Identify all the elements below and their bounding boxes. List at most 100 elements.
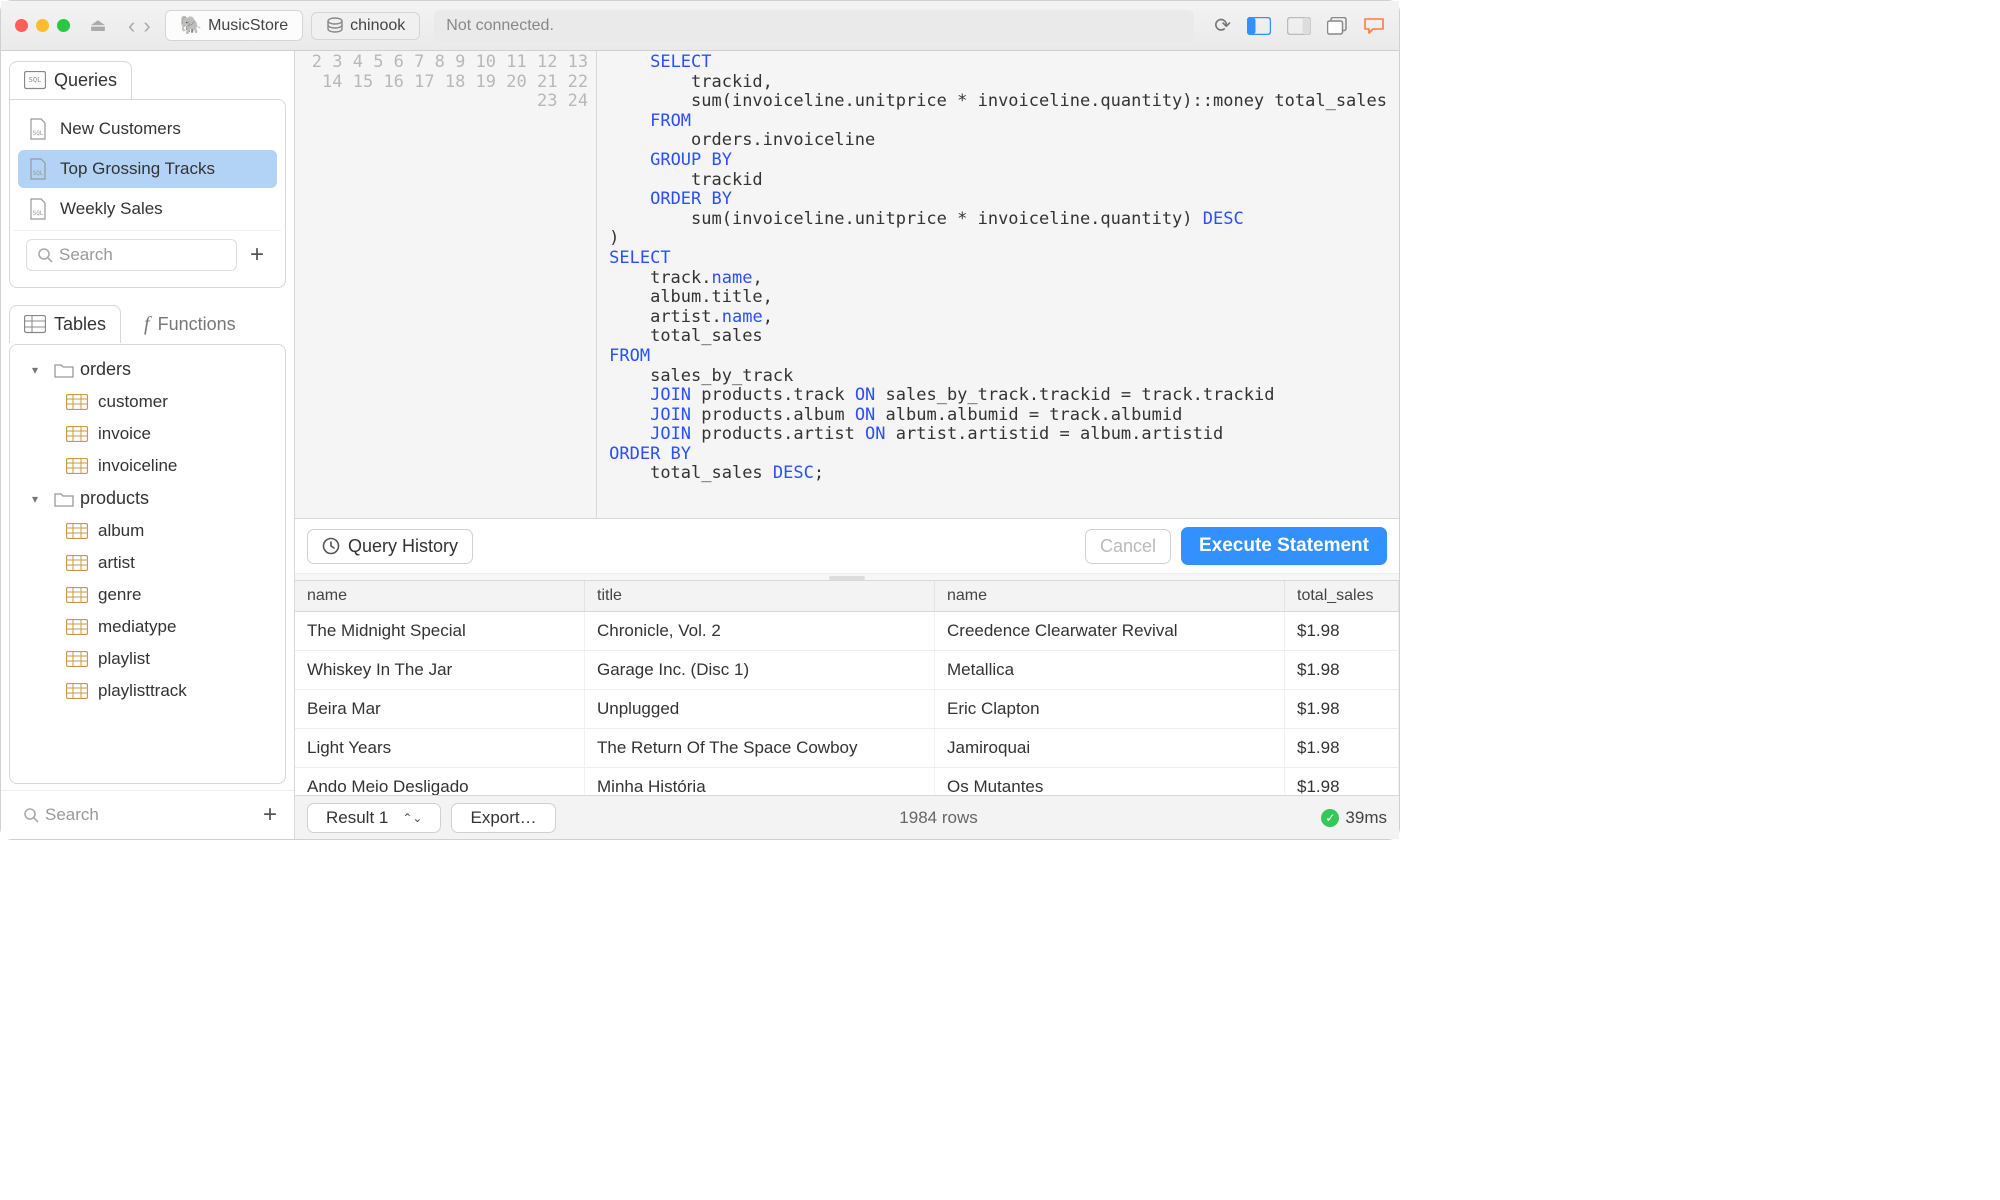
execute-button[interactable]: Execute Statement — [1181, 527, 1387, 565]
result-cell: Whiskey In The Jar — [295, 651, 585, 689]
connection-status-bar[interactable]: Not connected. — [434, 10, 1194, 42]
window-controls — [15, 19, 70, 32]
result-cell: $1.98 — [1285, 768, 1399, 795]
tables-panel: ▾ orders customer invoice invoiceline ▾ p… — [9, 344, 286, 784]
table-row[interactable]: genre — [14, 579, 281, 611]
table-row[interactable]: album — [14, 515, 281, 547]
results-body[interactable]: The Midnight SpecialChronicle, Vol. 2Cre… — [295, 612, 1399, 795]
panel-left-icon[interactable] — [1247, 17, 1271, 35]
result-row[interactable]: Light YearsThe Return Of The Space Cowbo… — [295, 729, 1399, 768]
column-header[interactable]: name — [935, 581, 1285, 611]
queries-tab[interactable]: SQL Queries — [9, 61, 132, 99]
close-window-button[interactable] — [15, 19, 28, 32]
sql-file-icon: SQL — [28, 158, 50, 180]
content: 2 3 4 5 6 7 8 9 10 11 12 13 14 15 16 17 … — [295, 51, 1399, 839]
table-row[interactable]: playlist — [14, 643, 281, 675]
breadcrumb-db[interactable]: chinook — [311, 12, 420, 40]
schema-row[interactable]: ▾ products — [14, 482, 281, 515]
eject-icon[interactable]: ⏏ — [88, 16, 108, 36]
result-row[interactable]: The Midnight SpecialChronicle, Vol. 2Cre… — [295, 612, 1399, 651]
table-row[interactable]: artist — [14, 547, 281, 579]
svg-text:SQL: SQL — [33, 210, 44, 217]
database-icon — [326, 17, 344, 35]
nav-arrows: ‹ › — [128, 13, 151, 39]
table-row[interactable]: customer — [14, 386, 281, 418]
nav-forward-button[interactable]: › — [143, 13, 150, 39]
connection-status-text: Not connected. — [446, 17, 554, 35]
result-cell: The Return Of The Space Cowboy — [585, 729, 935, 767]
line-gutter: 2 3 4 5 6 7 8 9 10 11 12 13 14 15 16 17 … — [295, 51, 597, 518]
check-icon: ✓ — [1321, 809, 1339, 827]
table-icon — [66, 555, 88, 571]
search-icon — [23, 807, 39, 823]
sidebar-query-item[interactable]: SQLWeekly Sales — [18, 190, 277, 228]
split-handle[interactable] — [295, 573, 1399, 581]
result-row[interactable]: Whiskey In The JarGarage Inc. (Disc 1)Me… — [295, 651, 1399, 690]
query-history-button[interactable]: Query History — [307, 529, 473, 564]
table-icon — [66, 651, 88, 667]
result-cell: Ando Meio Desligado — [295, 768, 585, 795]
sidebar-query-item[interactable]: SQLNew Customers — [18, 110, 277, 148]
result-row[interactable]: Ando Meio DesligadoMinha HistóriaOs Muta… — [295, 768, 1399, 795]
reload-icon[interactable]: ⟳ — [1214, 13, 1231, 38]
row-count-label: 1984 rows — [566, 808, 1312, 828]
folder-icon — [54, 362, 74, 378]
table-icon — [66, 523, 88, 539]
query-status: ✓ 39ms — [1321, 808, 1387, 828]
queries-search-input[interactable]: Search — [26, 239, 237, 271]
result-row[interactable]: Beira MarUnpluggedEric Clapton$1.98 — [295, 690, 1399, 729]
statusbar: Result 1 ⌃⌄ Export… 1984 rows ✓ 39ms — [295, 795, 1399, 839]
result-cell: Metallica — [935, 651, 1285, 689]
column-header[interactable]: name — [295, 581, 585, 611]
table-row[interactable]: playlisttrack — [14, 675, 281, 707]
sql-file-icon: SQL — [28, 198, 50, 220]
breadcrumb-db-label: chinook — [350, 17, 405, 35]
schema-row[interactable]: ▾ orders — [14, 353, 281, 386]
query-item-label: Top Grossing Tracks — [60, 159, 215, 179]
add-query-button[interactable]: + — [245, 241, 269, 269]
chat-icon[interactable] — [1363, 17, 1385, 35]
windows-icon[interactable] — [1327, 17, 1347, 35]
sql-editor[interactable]: 2 3 4 5 6 7 8 9 10 11 12 13 14 15 16 17 … — [295, 51, 1399, 519]
sql-file-icon: SQL — [28, 118, 50, 140]
breadcrumb-host[interactable]: 🐘 MusicStore — [165, 10, 303, 41]
result-cell: $1.98 — [1285, 690, 1399, 728]
minimize-window-button[interactable] — [36, 19, 49, 32]
table-label: invoiceline — [98, 456, 177, 476]
sidebar-query-item[interactable]: SQL Top Grossing Tracks — [18, 150, 277, 188]
query-time-label: 39ms — [1345, 808, 1387, 828]
cancel-button[interactable]: Cancel — [1085, 529, 1171, 564]
cancel-label: Cancel — [1100, 536, 1156, 557]
table-icon — [66, 426, 88, 442]
sql-tab-icon: SQL — [24, 71, 46, 91]
table-label: playlisttrack — [98, 681, 187, 701]
export-button[interactable]: Export… — [451, 803, 555, 833]
result-cell: The Midnight Special — [295, 612, 585, 650]
table-row[interactable]: mediatype — [14, 611, 281, 643]
result-cell: $1.98 — [1285, 651, 1399, 689]
sql-code[interactable]: SELECT trackid, sum(invoiceline.unitpric… — [597, 51, 1399, 518]
column-header[interactable]: total_sales — [1285, 581, 1399, 611]
result-select[interactable]: Result 1 ⌃⌄ — [307, 803, 441, 833]
schema-label: products — [80, 488, 149, 509]
panel-right-icon[interactable] — [1287, 17, 1311, 35]
add-table-button[interactable]: + — [258, 801, 282, 829]
result-cell: Creedence Clearwater Revival — [935, 612, 1285, 650]
table-icon — [66, 587, 88, 603]
table-row[interactable]: invoiceline — [14, 450, 281, 482]
query-toolbar: Query History Cancel Execute Statement — [295, 519, 1399, 573]
table-label: invoice — [98, 424, 151, 444]
functions-tab[interactable]: f Functions — [129, 304, 251, 344]
breadcrumb-host-label: MusicStore — [208, 17, 288, 35]
table-row[interactable]: invoice — [14, 418, 281, 450]
nav-back-button[interactable]: ‹ — [128, 13, 135, 39]
tables-tab-label: Tables — [54, 314, 106, 335]
table-label: album — [98, 521, 144, 541]
chevron-updown-icon: ⌃⌄ — [402, 811, 422, 825]
column-header[interactable]: title — [585, 581, 935, 611]
zoom-window-button[interactable] — [57, 19, 70, 32]
tables-search-input[interactable]: Search — [13, 799, 250, 831]
tables-tab[interactable]: Tables — [9, 305, 121, 343]
chevron-down-icon: ▾ — [32, 363, 48, 377]
result-cell: Garage Inc. (Disc 1) — [585, 651, 935, 689]
